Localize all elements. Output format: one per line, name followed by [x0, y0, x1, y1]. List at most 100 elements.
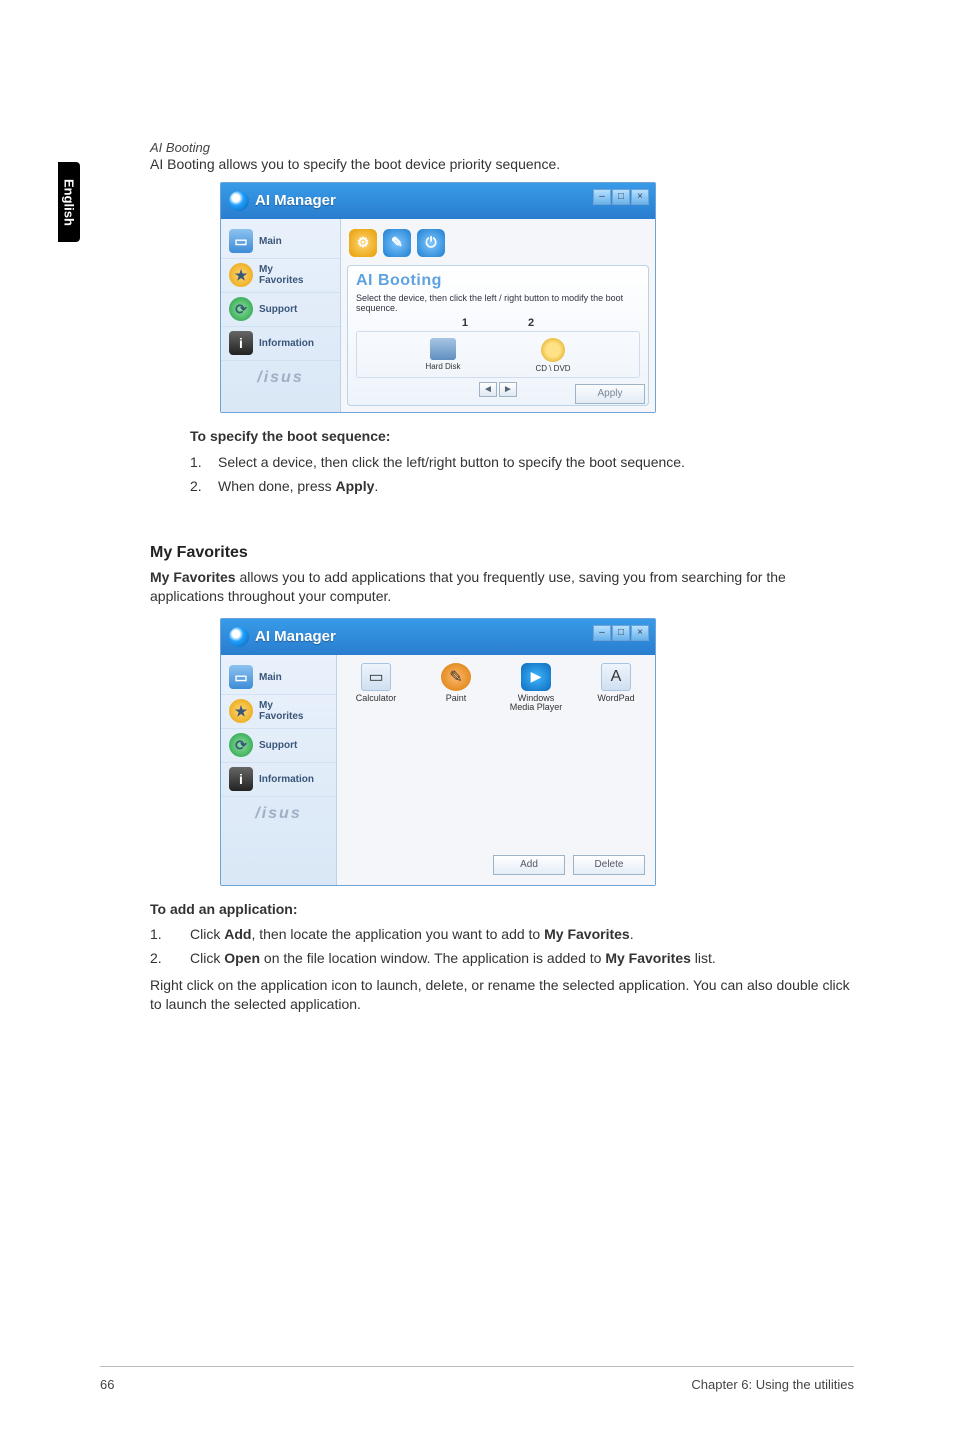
minimize-button[interactable]: – [593, 189, 611, 205]
maximize-button[interactable]: □ [612, 189, 630, 205]
favorite-app-paint[interactable]: ✎ Paint [427, 663, 485, 704]
sidebar-item-main[interactable]: ▭ Main [221, 661, 336, 695]
close-button[interactable]: × [631, 189, 649, 205]
main-icon: ▭ [229, 665, 253, 689]
add-button[interactable]: Add [493, 855, 565, 875]
sidebar-item-support[interactable]: ⟳ Support [221, 293, 340, 327]
app-logo-icon [229, 191, 249, 211]
text-bold: Open [224, 950, 260, 966]
toolbar-button-2[interactable]: ✎ [383, 229, 411, 257]
content-area: ▭ Calculator ✎ Paint ▶ Windows Media Pla… [337, 655, 655, 885]
text-fragment: When done, press [218, 478, 336, 494]
favorite-label: Paint [427, 694, 485, 704]
sidebar-item-label: Support [259, 740, 297, 751]
text-fragment: allows you to add applications that you … [150, 569, 786, 604]
apply-button[interactable]: Apply [575, 384, 645, 404]
list-number: 2. [190, 478, 218, 494]
favorites-icon: ★ [229, 263, 253, 287]
sidebar-item-label: Support [259, 304, 297, 315]
list-number: 2. [150, 950, 190, 966]
toolbar-button-1[interactable]: ⚙ [349, 229, 377, 257]
sidebar: ▭ Main ★ My Favorites ⟳ Support i Inform… [221, 219, 341, 412]
right-button[interactable]: ► [499, 382, 517, 397]
information-icon: i [229, 331, 253, 355]
close-button[interactable]: × [631, 625, 649, 641]
ai-booting-heading: AI Booting [150, 140, 854, 155]
information-icon: i [229, 767, 253, 791]
main-icon: ▭ [229, 229, 253, 253]
ai-booting-desc: AI Booting allows you to specify the boo… [150, 155, 854, 174]
list-number: 1. [190, 454, 218, 470]
favorite-label: WordPad [587, 694, 645, 704]
asus-logo: /isus [221, 361, 340, 397]
maximize-button[interactable]: □ [612, 625, 630, 641]
list-item: 2. Click Open on the file location windo… [150, 950, 854, 966]
window-titlebar[interactable]: AI Manager – □ × [221, 183, 655, 219]
sidebar-item-favorites[interactable]: ★ My Favorites [221, 259, 340, 293]
favorite-label: Windows Media Player [507, 694, 565, 714]
boot-devices: Hard Disk CD \ DVD [356, 331, 640, 378]
text-bold: Apply [336, 478, 375, 494]
boot-sequence-heading: To specify the boot sequence: [190, 427, 854, 446]
sidebar-item-favorites[interactable]: ★ My Favorites [221, 695, 336, 729]
list-text: Select a device, then click the left/rig… [218, 454, 685, 470]
device-label: CD \ DVD [523, 364, 583, 373]
sidebar: ▭ Main ★ My Favorites ⟳ Support i Inform… [221, 655, 337, 885]
text-fragment: on the file location window. The applica… [260, 950, 605, 966]
sidebar-item-label: Information [259, 774, 314, 785]
text-fragment: . [630, 926, 634, 942]
content-area: ⚙ ✎ ⏻ AI Booting Select the device, then… [341, 219, 655, 412]
button-row: Add Delete [337, 849, 655, 885]
list-number: 1. [150, 926, 190, 942]
favorites-grid: ▭ Calculator ✎ Paint ▶ Windows Media Pla… [337, 655, 655, 722]
window-controls: – □ × [593, 189, 649, 205]
favorite-app-wordpad[interactable]: A WordPad [587, 663, 645, 704]
favorite-label: Calculator [347, 694, 405, 704]
sidebar-item-main[interactable]: ▭ Main [221, 225, 340, 259]
sidebar-item-label: My Favorites [259, 264, 303, 286]
window-title: AI Manager [255, 192, 336, 209]
toolbar-button-3[interactable]: ⏻ [417, 229, 445, 257]
calculator-icon: ▭ [361, 663, 391, 691]
delete-button[interactable]: Delete [573, 855, 645, 875]
sidebar-item-support[interactable]: ⟳ Support [221, 729, 336, 763]
left-button[interactable]: ◄ [479, 382, 497, 397]
text-fragment: . [374, 478, 378, 494]
boot-columns: 1 2 [356, 317, 640, 329]
panel-subtitle: Select the device, then click the left /… [356, 293, 640, 313]
list-text: Click Open on the file location window. … [190, 950, 716, 966]
text-bold: My Favorites [150, 569, 236, 585]
text-fragment: Click [190, 926, 224, 942]
panel-title: AI Booting [356, 272, 640, 290]
text-bold: My Favorites [544, 926, 630, 942]
col-num-2: 2 [528, 317, 534, 329]
boot-device-cddvd[interactable]: CD \ DVD [523, 338, 583, 373]
sidebar-item-label: Main [259, 236, 282, 247]
chapter-label: Chapter 6: Using the utilities [691, 1377, 854, 1392]
sidebar-item-information[interactable]: i Information [221, 327, 340, 361]
ai-manager-window-booting: AI Manager – □ × ▭ Main ★ My Favorites ⟳ [220, 182, 656, 413]
window-controls: – □ × [593, 625, 649, 641]
boot-device-harddisk[interactable]: Hard Disk [413, 338, 473, 373]
col-num-1: 1 [462, 317, 468, 329]
text-fragment: list. [691, 950, 716, 966]
favorite-app-wmp[interactable]: ▶ Windows Media Player [507, 663, 565, 714]
text-fragment: , then locate the application you want t… [251, 926, 544, 942]
app-logo-icon [229, 627, 249, 647]
device-label: Hard Disk [413, 362, 473, 371]
list-text: Click Add, then locate the application y… [190, 926, 634, 942]
favorite-app-calculator[interactable]: ▭ Calculator [347, 663, 405, 704]
list-item: 1. Click Add, then locate the applicatio… [150, 926, 854, 942]
sidebar-item-label: Main [259, 672, 282, 683]
window-titlebar[interactable]: AI Manager – □ × [221, 619, 655, 655]
sidebar-item-information[interactable]: i Information [221, 763, 336, 797]
text-bold: Add [224, 926, 251, 942]
post-text: Right click on the application icon to l… [150, 976, 854, 1014]
my-favorites-desc: My Favorites allows you to add applicati… [150, 568, 854, 606]
minimize-button[interactable]: – [593, 625, 611, 641]
hard-disk-icon [430, 338, 456, 360]
ai-manager-window-favorites: AI Manager – □ × ▭ Main ★ My Favorites ⟳ [220, 618, 656, 886]
list-item: 2. When done, press Apply. [190, 478, 854, 494]
sidebar-item-label: My Favorites [259, 700, 303, 722]
list-text: When done, press Apply. [218, 478, 378, 494]
